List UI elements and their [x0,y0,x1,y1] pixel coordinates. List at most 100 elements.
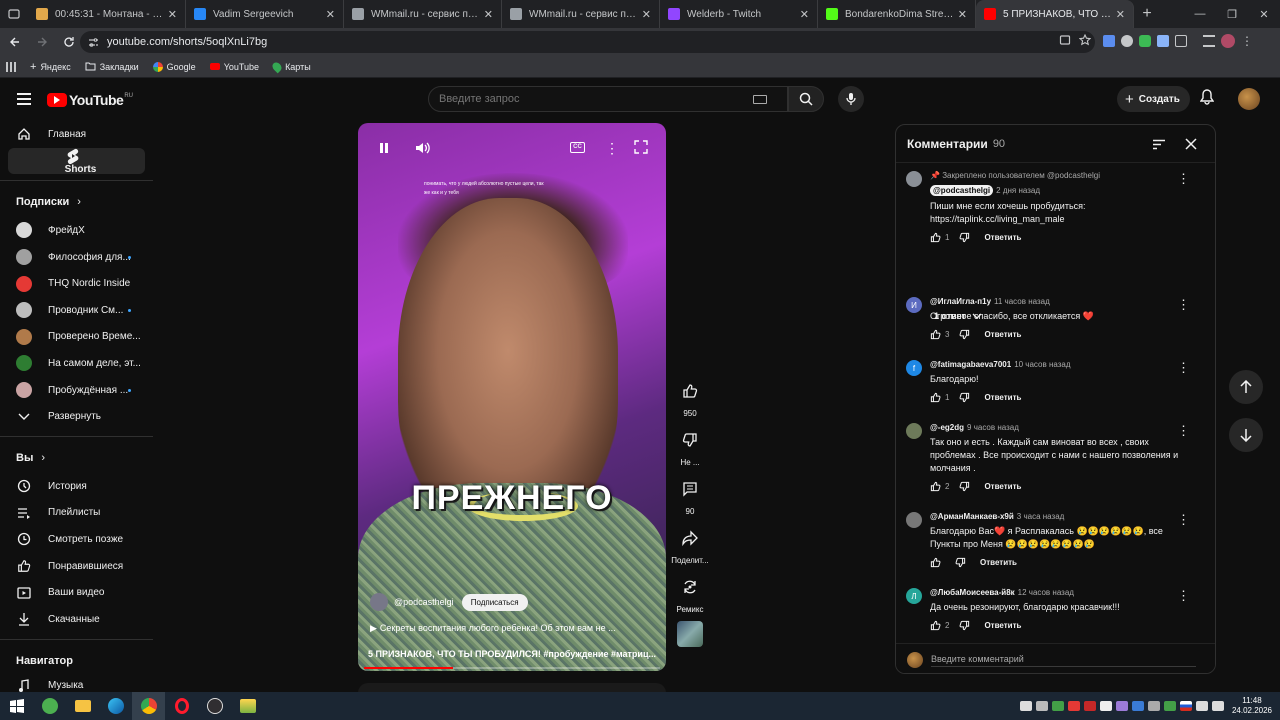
taskbar-obs[interactable] [198,692,231,720]
subscribe-button[interactable]: Подписаться [461,593,528,611]
comment-author[interactable]: @ИглаИгла-п1у [930,297,991,306]
comment-avatar[interactable] [906,423,922,439]
tray-icon-1[interactable] [1019,701,1032,711]
reply-button[interactable]: Ответить [984,482,1021,491]
apps-grid-icon[interactable] [6,61,16,72]
address-bar[interactable]: youtube.com/shorts/5oqlXnLi7bg [80,31,1095,53]
reading-list-icon[interactable] [1203,35,1215,47]
reply-button[interactable]: Ответить [984,233,1021,242]
subscriptions-header[interactable]: Подписки › [0,187,153,217]
thumbs-down-icon[interactable] [955,557,966,568]
voice-search-button[interactable] [838,86,864,112]
sidebar-subscription-item[interactable]: Философия для... [0,244,153,271]
thumbs-up-icon[interactable] [930,557,941,568]
browser-tab[interactable]: WMmail.ru - сервис почтовых ✕ [502,0,660,28]
search-input[interactable] [439,93,753,105]
sidebar-item-watch-later[interactable]: Смотреть позже [0,526,153,553]
reply-button[interactable]: Ответить [984,621,1021,630]
puzzle-icon[interactable] [1175,35,1187,47]
more-options-icon[interactable]: ⋮ [605,140,619,157]
browser-tab[interactable]: WMmail.ru - сервис почтовых ✕ [344,0,502,28]
profile-icon[interactable] [1221,34,1235,48]
sidebar-item-history[interactable]: История [0,473,153,500]
comment-author[interactable]: @ЛюбаМоисеева-й8к [930,588,1015,597]
sidebar-subscription-item[interactable]: Проверено Време... [0,324,153,351]
video-title[interactable]: 5 ПРИЗНАКОВ, ЧТО ТЫ ПРОБУДИЛСЯ! #пробужд… [368,649,658,659]
comment-more-icon[interactable]: ⋮ [1177,423,1190,439]
comment-more-icon[interactable]: ⋮ [1177,512,1190,528]
bookmark-maps[interactable]: Карты [270,60,311,73]
tray-icon-4[interactable] [1067,701,1080,711]
menu-dots-icon[interactable]: ⋮ [1241,34,1253,48]
search-button[interactable] [788,86,824,112]
sidebar-item-download[interactable]: Скачанные [0,606,153,633]
browser-tab[interactable]: BondarenkoDima Stream - Wa ✕ [818,0,976,28]
comments-button[interactable] [675,474,705,504]
shorts-video-player[interactable]: CC ⋮ понимать, что у людей абсолютно пус… [358,123,666,671]
thumbs-up-icon[interactable] [930,329,941,340]
search-box[interactable] [428,86,788,112]
close-tab-icon[interactable]: ✕ [642,8,651,21]
taskbar-chrome[interactable] [132,692,165,720]
playlist-link[interactable]: ▶ Секреты воспитания любого ребенка! Об э… [370,623,660,634]
previous-short-button[interactable] [1229,370,1263,404]
sidebar-item-shorts[interactable]: Shorts [8,147,145,175]
reload-button[interactable] [57,30,81,54]
replies-toggle[interactable]: 1 ответ [934,311,982,321]
comment-avatar[interactable] [906,512,922,528]
language-flag-icon[interactable] [1179,701,1192,711]
taskbar-app-8[interactable] [231,692,264,720]
sidebar-item-like[interactable]: Понравившиеся [0,553,153,580]
bookmark-youtube[interactable]: YouTube [209,62,259,72]
close-comments-icon[interactable] [1185,138,1197,150]
next-short-button[interactable] [1229,418,1263,452]
minimize-icon[interactable]: — [1184,0,1216,28]
pause-button[interactable] [376,140,392,156]
thumbs-up-icon[interactable] [930,392,941,403]
volume-tray-icon[interactable] [1211,701,1224,711]
bookmark-google[interactable]: Google [152,61,196,72]
browser-tab[interactable]: Vadim Sergeevich ✕ [186,0,344,28]
comment-author[interactable]: @-eg2dg [930,423,964,432]
sound-thumbnail[interactable] [677,621,703,647]
sidebar-subscription-item[interactable]: На самом деле, эт... [0,350,153,377]
hamburger-menu-icon[interactable] [17,93,31,105]
ext-icon-3[interactable] [1139,35,1151,47]
sidebar-item-your-videos[interactable]: Ваши видео [0,579,153,606]
comment-avatar[interactable]: f [906,360,922,376]
tray-icon-2[interactable] [1035,701,1048,711]
progress-bar[interactable] [364,667,660,669]
taskbar-app-1[interactable] [33,692,66,720]
tray-icon-8[interactable] [1131,701,1144,711]
tray-icon-6[interactable] [1099,701,1112,711]
site-info-icon[interactable] [88,37,99,48]
comment-more-icon[interactable]: ⋮ [1177,171,1190,187]
sort-icon[interactable] [1152,139,1166,150]
browser-tab[interactable]: Welderb - Twitch ✕ [660,0,818,28]
taskbar-edge[interactable] [99,692,132,720]
thumbs-up-icon[interactable] [930,481,941,492]
reply-button[interactable]: Ответить [984,330,1021,339]
fullscreen-button[interactable] [634,140,648,154]
you-header[interactable]: Вы › [0,443,153,473]
thumbs-up-icon[interactable] [930,232,941,243]
notifications-bell-icon[interactable] [1200,89,1214,105]
browser-tab[interactable]: 00:45:31 - Монтана - The West ✕ [28,0,186,28]
close-tab-icon[interactable]: ✕ [958,8,967,21]
thumbs-down-icon[interactable] [959,329,970,340]
thumbs-down-icon[interactable] [959,481,970,492]
thumbs-down-icon[interactable] [959,232,970,243]
comment-more-icon[interactable]: ⋮ [1177,360,1190,376]
reply-button[interactable]: Ответить [980,558,1017,567]
url-text[interactable]: youtube.com/shorts/5oqlXnLi7bg [107,36,267,48]
channel-avatar[interactable] [370,593,388,611]
close-tab-icon[interactable]: ✕ [168,8,177,21]
bookmark-folder[interactable]: Закладки [85,62,139,72]
create-button[interactable]: + Создать [1117,86,1190,112]
user-avatar[interactable] [1238,88,1260,110]
comment-input[interactable] [931,652,1196,667]
tray-icon-3[interactable] [1051,701,1064,711]
youtube-logo[interactable]: YouTube RU [47,92,133,108]
thumbs-down-icon[interactable] [959,392,970,403]
like-button[interactable] [675,376,705,406]
